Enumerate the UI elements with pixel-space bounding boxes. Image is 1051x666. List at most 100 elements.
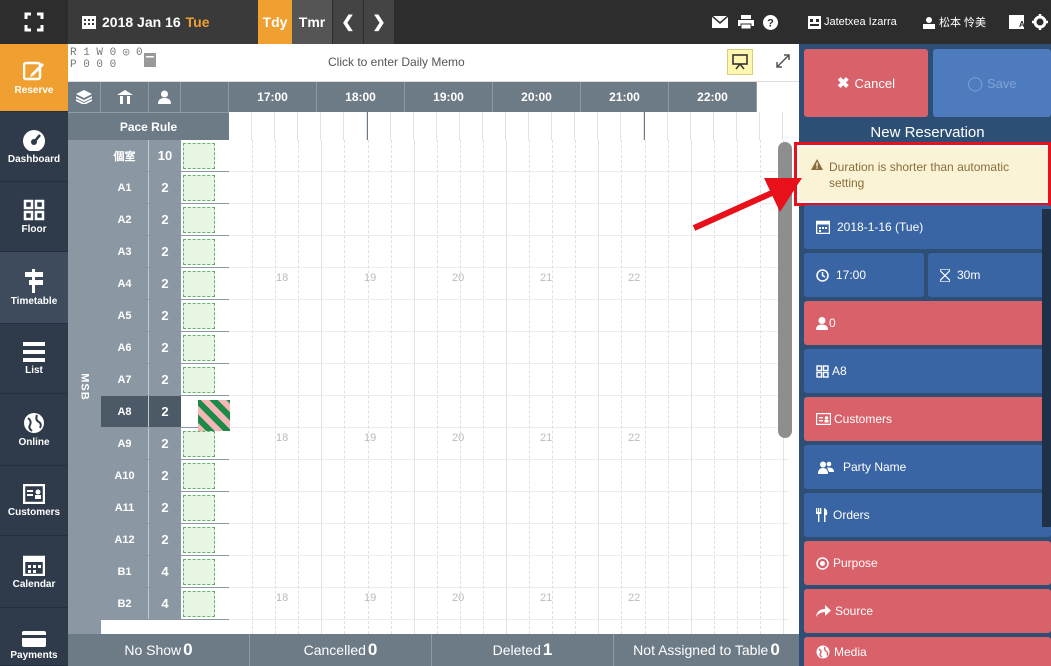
pace-rule-cell[interactable]	[321, 112, 345, 140]
pace-rule-cell[interactable]	[644, 112, 668, 140]
layers-icon[interactable]	[68, 82, 101, 112]
pace-rule-cell[interactable]	[390, 112, 414, 140]
pace-rule-cell[interactable]	[713, 112, 737, 140]
sidebar-item-calendar[interactable]: Calendar	[0, 536, 68, 608]
empty-slot[interactable]	[183, 175, 215, 201]
prev-day-button[interactable]: ❮	[333, 0, 363, 44]
sidebar-item-dashboard[interactable]: Dashboard	[0, 112, 68, 182]
table-row[interactable]: A9 2	[101, 428, 229, 460]
table-row[interactable]: 個室 10	[101, 140, 229, 172]
expand-icon[interactable]	[776, 54, 790, 68]
empty-slot[interactable]	[183, 207, 215, 233]
sidebar-item-timetable[interactable]: Timetable	[0, 252, 68, 324]
empty-slot[interactable]	[183, 591, 215, 617]
pace-rule-cell[interactable]	[736, 112, 760, 140]
pace-rule-cell[interactable]	[252, 112, 276, 140]
media-field[interactable]: Media	[804, 637, 1051, 666]
pace-rule-cell[interactable]	[413, 112, 437, 140]
pace-rule-cell[interactable]	[690, 112, 714, 140]
time-field[interactable]: 17:00	[804, 253, 924, 297]
table-row[interactable]: A10 2	[101, 460, 229, 492]
pace-rule-cell[interactable]	[598, 112, 622, 140]
sidebar-item-list[interactable]: List	[0, 324, 68, 394]
deleted-tab[interactable]: Deleted 1	[432, 634, 614, 666]
date-field[interactable]: 2018-1-16 (Tue)	[804, 205, 1051, 249]
duration-field[interactable]: 30m	[928, 253, 1051, 297]
empty-slot[interactable]	[183, 303, 215, 329]
table-row[interactable]: A5 2	[101, 300, 229, 332]
pace-rule-cell[interactable]	[459, 112, 483, 140]
pace-rule-cell[interactable]	[298, 112, 322, 140]
pace-rule-cell[interactable]	[482, 112, 506, 140]
settings-gear-icon[interactable]	[1030, 0, 1050, 44]
table-row[interactable]: A7 2	[101, 364, 229, 396]
mail-icon[interactable]	[710, 0, 730, 44]
pace-rule-cell[interactable]	[344, 112, 368, 140]
translate-icon[interactable]: A	[1006, 0, 1026, 44]
empty-slot[interactable]	[183, 143, 215, 169]
restaurant-account[interactable]: Jatetxea Izarra	[808, 0, 916, 44]
empty-slot[interactable]	[183, 239, 215, 265]
table-row[interactable]: A11 2	[101, 492, 229, 524]
sidebar-item-floor[interactable]: Floor	[0, 182, 68, 252]
table-row[interactable]: A6 2	[101, 332, 229, 364]
unassigned-tab[interactable]: Not Assigned to Table 0	[614, 634, 799, 666]
sidebar-item-reserve[interactable]: Reserve	[0, 44, 68, 112]
pace-rule-cell[interactable]	[506, 112, 530, 140]
purpose-field[interactable]: Purpose	[804, 541, 1051, 585]
help-icon[interactable]: ?	[760, 0, 780, 44]
table-row[interactable]: A1 2	[101, 172, 229, 204]
panel-scrollbar[interactable]	[1042, 209, 1051, 527]
table-field[interactable]: A8	[804, 349, 1051, 393]
pace-rule-cell[interactable]	[621, 112, 645, 140]
pace-rule-cell[interactable]	[667, 112, 691, 140]
party-name-field[interactable]: Party Name	[804, 445, 1051, 489]
customers-field[interactable]: Customers	[804, 397, 1051, 441]
cancelled-tab[interactable]: Cancelled 0	[250, 634, 432, 666]
staff-account[interactable]: 松本 怜美	[922, 0, 1004, 44]
next-day-button[interactable]: ❯	[364, 0, 394, 44]
table-row[interactable]: A12 2	[101, 524, 229, 556]
memo-note-icon[interactable]	[144, 53, 156, 67]
new-reservation-block[interactable]	[198, 400, 230, 431]
empty-slot[interactable]	[183, 367, 215, 393]
orders-field[interactable]: Orders	[804, 493, 1051, 537]
pace-rule-cell[interactable]	[275, 112, 299, 140]
guest-count-field[interactable]: 0	[804, 301, 1051, 345]
today-button[interactable]: Tdy	[258, 0, 292, 44]
source-field[interactable]: Source	[804, 589, 1051, 633]
empty-slot[interactable]	[183, 335, 215, 361]
pace-rule-cell[interactable]	[367, 112, 391, 140]
empty-slot[interactable]	[183, 559, 215, 585]
tomorrow-button[interactable]: Tmr	[292, 0, 332, 44]
pace-rule-cell[interactable]	[229, 112, 253, 140]
empty-slot[interactable]	[183, 463, 215, 489]
empty-slot[interactable]	[183, 527, 215, 553]
presentation-toggle[interactable]	[727, 49, 753, 75]
sidebar-item-online[interactable]: Online	[0, 394, 68, 466]
pace-rule-row[interactable]	[229, 112, 783, 140]
pace-rule-cell[interactable]	[575, 112, 599, 140]
app-logo-icon[interactable]	[0, 0, 68, 44]
pace-rule-cell[interactable]	[436, 112, 460, 140]
cancel-button[interactable]: ✖ Cancel	[804, 49, 928, 117]
pace-rule-cell[interactable]	[759, 112, 783, 140]
table-row[interactable]: A4 2	[101, 268, 229, 300]
date-selector[interactable]: 2018 Jan 16 Tue	[68, 0, 258, 44]
capacity-person-icon[interactable]	[149, 82, 181, 112]
print-icon[interactable]	[736, 0, 756, 44]
empty-slot[interactable]	[183, 271, 215, 297]
table-row[interactable]: B1 4	[101, 556, 229, 588]
empty-slot[interactable]	[183, 431, 215, 457]
daily-memo-input[interactable]: Click to enter Daily Memo	[328, 55, 465, 69]
table-row[interactable]: A2 2	[101, 204, 229, 236]
table-row[interactable]: B2 4	[101, 588, 229, 620]
sidebar-item-customers[interactable]: Customers	[0, 466, 68, 536]
sidebar-item-payments[interactable]: Payments	[0, 608, 68, 666]
no-show-tab[interactable]: No Show 0	[68, 634, 250, 666]
table-type-icon[interactable]	[101, 82, 149, 112]
pace-rule-cell[interactable]	[529, 112, 553, 140]
save-button[interactable]: ◯ Save	[933, 49, 1051, 117]
pace-rule-cell[interactable]	[552, 112, 576, 140]
table-row[interactable]: A3 2	[101, 236, 229, 268]
